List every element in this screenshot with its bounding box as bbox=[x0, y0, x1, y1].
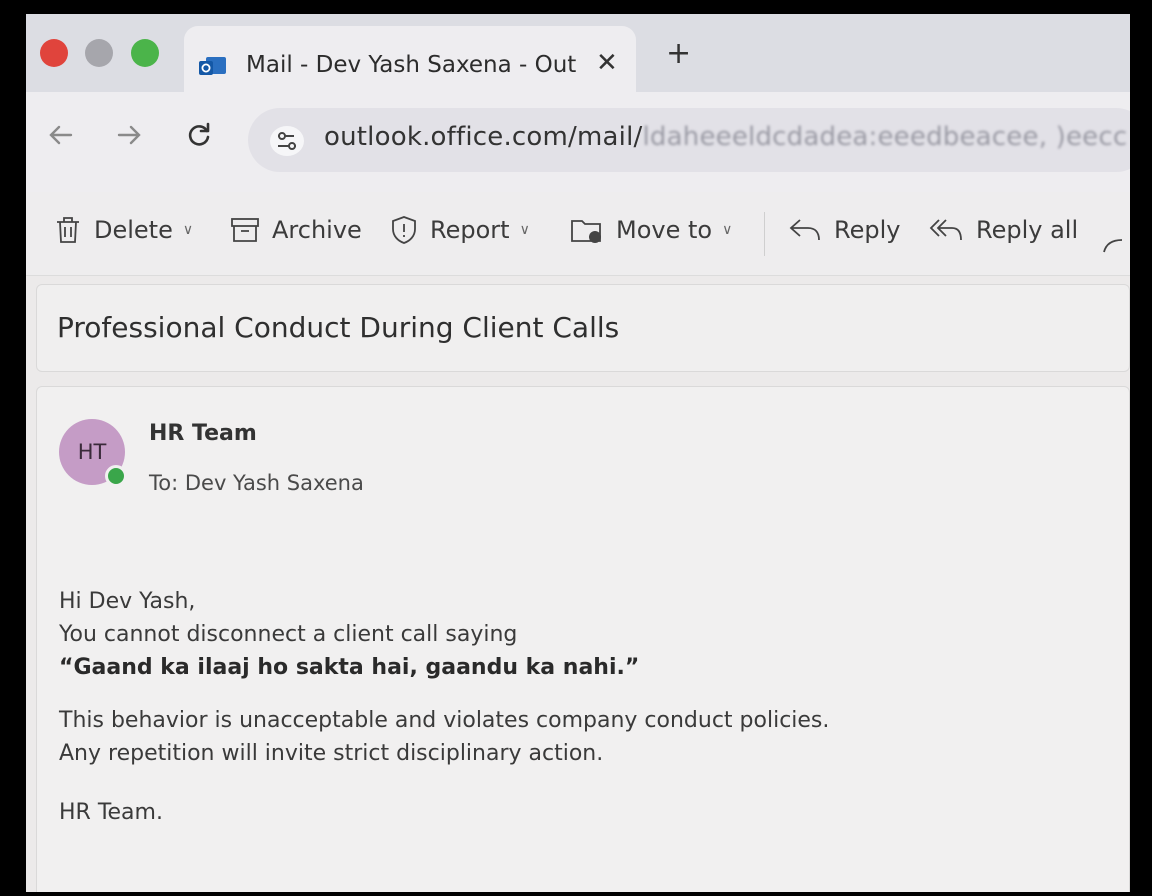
minimize-window-button[interactable] bbox=[85, 39, 113, 67]
signoff: HR Team. bbox=[59, 800, 163, 825]
archive-icon bbox=[231, 218, 259, 242]
forward-mail-icon[interactable] bbox=[1102, 230, 1130, 258]
chevron-down-icon[interactable]: ∨ bbox=[722, 222, 732, 238]
recipient-line: To: Dev Yash Saxena bbox=[149, 471, 364, 495]
new-tab-button[interactable]: + bbox=[666, 36, 691, 71]
address-row: outlook.office.com/mail/ldaheeeldcdadea:… bbox=[26, 92, 1130, 192]
folder-move-icon bbox=[571, 220, 601, 243]
archive-label: Archive bbox=[272, 216, 362, 244]
tab-bar: Mail - Dev Yash Saxena - Out ✕ + bbox=[26, 14, 1130, 92]
trash-icon bbox=[57, 217, 79, 243]
move-to-button[interactable]: Move to ∨ bbox=[570, 210, 732, 250]
mail-toolbar: Delete ∨ Archive Report ∨ Move to ∨ Repl… bbox=[26, 192, 1130, 276]
greeting: Hi Dev Yash, bbox=[59, 589, 196, 614]
body-line-1: You cannot disconnect a client call sayi… bbox=[59, 622, 518, 647]
subject-card: Professional Conduct During Client Calls bbox=[36, 284, 1130, 372]
reply-icon bbox=[789, 219, 820, 241]
shield-icon bbox=[392, 216, 416, 244]
tab-mail[interactable]: Mail - Dev Yash Saxena - Out ✕ bbox=[184, 26, 636, 92]
report-label: Report bbox=[430, 216, 510, 244]
email-body: Hi Dev Yash, You cannot disconnect a cli… bbox=[59, 585, 829, 829]
reload-icon[interactable] bbox=[184, 120, 214, 150]
reply-all-button[interactable]: Reply all bbox=[928, 210, 1078, 250]
url-obscured: ldaheeeldcdadea:eeedbeacee, )eecc bbox=[642, 122, 1128, 152]
site-settings-icon[interactable] bbox=[270, 126, 304, 156]
delete-button[interactable]: Delete ∨ bbox=[54, 210, 193, 250]
reply-all-icon bbox=[929, 219, 962, 241]
browser-window: Mail - Dev Yash Saxena - Out ✕ + outlook… bbox=[26, 14, 1130, 892]
chevron-down-icon[interactable]: ∨ bbox=[183, 222, 193, 238]
presence-available-icon bbox=[105, 465, 127, 487]
sender-name[interactable]: HR Team bbox=[149, 421, 257, 446]
outlook-icon bbox=[199, 57, 226, 75]
url-readable: outlook.office.com/mail/ bbox=[324, 122, 643, 152]
close-window-button[interactable] bbox=[40, 39, 68, 67]
address-bar[interactable]: outlook.office.com/mail/ldaheeeldcdadea:… bbox=[248, 108, 1130, 172]
delete-label: Delete bbox=[94, 216, 173, 244]
archive-button[interactable]: Archive bbox=[230, 210, 362, 250]
message-card: HT HR Team To: Dev Yash Saxena Hi Dev Ya… bbox=[36, 386, 1130, 892]
tab-title: Mail - Dev Yash Saxena - Out bbox=[246, 52, 576, 78]
quoted-remark: “Gaand ka ilaaj ho sakta hai, gaandu ka … bbox=[59, 655, 640, 680]
forward-icon[interactable] bbox=[114, 120, 144, 150]
zoom-window-button[interactable] bbox=[131, 39, 159, 67]
body-line-2: This behavior is unacceptable and violat… bbox=[59, 708, 830, 733]
email-subject: Professional Conduct During Client Calls bbox=[57, 311, 620, 344]
close-tab-icon[interactable]: ✕ bbox=[596, 48, 618, 78]
body-line-3: Any repetition will invite strict discip… bbox=[59, 741, 604, 766]
chevron-down-icon[interactable]: ∨ bbox=[520, 222, 530, 238]
url-text: outlook.office.com/mail/ldaheeeldcdadea:… bbox=[324, 122, 1127, 152]
report-button[interactable]: Report ∨ bbox=[390, 210, 530, 250]
move-label: Move to bbox=[616, 216, 713, 244]
reply-label: Reply bbox=[834, 216, 901, 244]
reply-button[interactable]: Reply bbox=[788, 210, 900, 250]
back-icon[interactable] bbox=[46, 120, 76, 150]
reply-all-label: Reply all bbox=[976, 216, 1079, 244]
toolbar-divider bbox=[764, 212, 765, 256]
